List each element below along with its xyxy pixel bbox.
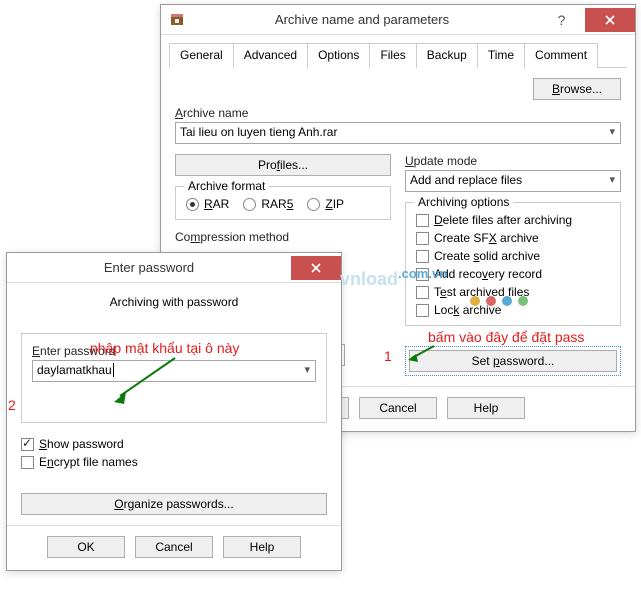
archiving-options-group: Archiving options Delete files after arc… [405,202,621,326]
tab-time[interactable]: Time [477,43,525,68]
titlebar-main: Archive name and parameters ? [161,5,635,35]
archive-name-select[interactable]: Tai lieu on luyen tieng Anh.rar [175,122,621,144]
password-entry-group: Enter password daylamatkhau [21,333,327,423]
radio-icon [243,198,256,211]
enter-password-window: Enter password Archiving with password E… [6,252,342,571]
password-help-button[interactable]: Help [223,536,301,558]
checkbox-icon [21,438,34,451]
footer-password: OK Cancel Help [7,525,341,570]
password-heading: Archiving with password [21,295,327,309]
help-button[interactable]: Help [447,397,525,419]
checkbox-icon [416,286,429,299]
tabstrip: General Advanced Options Files Backup Ti… [169,43,627,68]
browse-label: rowse... [560,82,602,96]
checkbox-icon [416,268,429,281]
organize-passwords-button[interactable]: Organize passwords... [21,493,327,515]
archive-name-label: Archive name [175,106,621,120]
archiving-options-label: Archiving options [414,195,513,209]
checkbox-icon [416,232,429,245]
password-ok-button[interactable]: OK [47,536,125,558]
enter-password-label: Enter password [32,344,316,358]
password-input[interactable]: daylamatkhau [32,360,316,382]
winrar-icon [169,12,185,28]
checkbox-icon [416,214,429,227]
show-password-checkbox[interactable]: Show password [21,437,327,451]
archive-name-value[interactable]: Tai lieu on luyen tieng Anh.rar [175,122,621,144]
update-mode-value[interactable]: Add and replace files [405,170,621,192]
format-rar[interactable]: RAR [186,197,229,211]
radio-icon [186,198,199,211]
close-button[interactable] [585,8,635,32]
password-window-title: Enter password [7,260,291,275]
opt-sfx[interactable]: Create SFX archive [416,231,610,245]
format-rar5[interactable]: RAR5 [243,197,293,211]
checkbox-icon [21,456,34,469]
checkbox-icon [416,250,429,263]
tab-backup[interactable]: Backup [416,43,478,68]
tab-general[interactable]: General [169,43,234,68]
titlebar-password: Enter password [7,253,341,283]
radio-icon [307,198,320,211]
encrypt-names-checkbox[interactable]: Encrypt file names [21,455,327,469]
tab-comment[interactable]: Comment [524,43,598,68]
opt-solid[interactable]: Create solid archive [416,249,610,263]
set-password-button[interactable]: Set password... [409,350,617,372]
browse-button[interactable]: Browse... [533,78,621,100]
tab-files[interactable]: Files [369,43,416,68]
tab-advanced[interactable]: Advanced [233,43,308,68]
password-cancel-button[interactable]: Cancel [135,536,213,558]
set-password-focus: Set password... [405,346,621,376]
password-close-button[interactable] [291,256,341,280]
cancel-button[interactable]: Cancel [359,397,437,419]
watermark-dots [470,296,528,306]
password-input-wrap[interactable]: daylamatkhau [32,360,316,382]
checkbox-icon [416,304,429,317]
update-mode-label: Update mode [405,154,621,168]
window-title: Archive name and parameters [185,12,539,27]
archive-format-group: Archive format RAR RAR5 ZIP [175,186,391,220]
archive-format-label: Archive format [184,179,269,193]
compression-label: Compression method [175,230,391,244]
opt-recovery[interactable]: Add recovery record [416,267,610,281]
tab-options[interactable]: Options [307,43,370,68]
profiles-button[interactable]: Profiles... [175,154,391,176]
opt-delete[interactable]: Delete files after archiving [416,213,610,227]
format-zip[interactable]: ZIP [307,197,344,211]
help-titlebar-button[interactable]: ? [539,8,584,32]
update-mode-select[interactable]: Add and replace files [405,170,621,192]
